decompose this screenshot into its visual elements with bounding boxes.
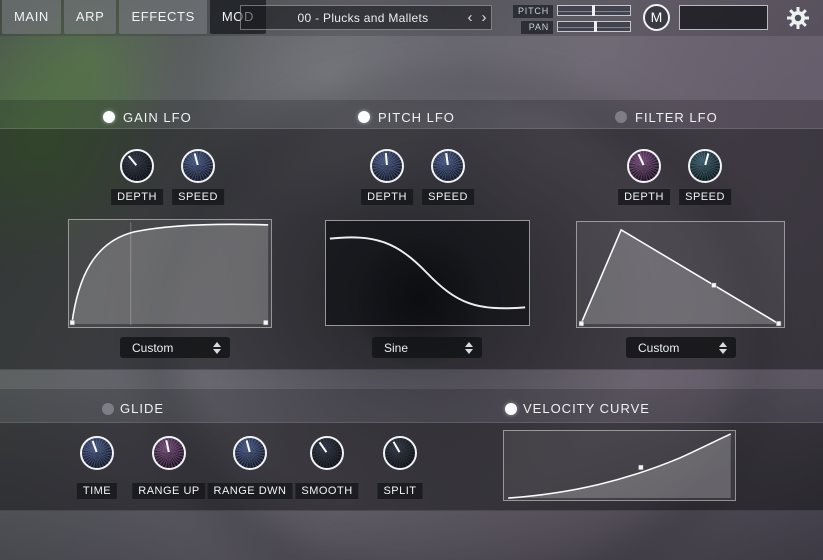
- gain-lfo-shape-select[interactable]: Custom: [120, 337, 230, 358]
- pitch-lfo-speed-knob[interactable]: [431, 149, 465, 183]
- glide-range-dwn-label: RANGE DWN: [208, 483, 293, 499]
- pitch-slider-thumb[interactable]: [592, 5, 595, 16]
- pitch-lfo-shape-value: Sine: [372, 341, 465, 355]
- glide-range-dwn-knob[interactable]: [233, 436, 267, 470]
- filter-lfo-speed-knob[interactable]: [688, 149, 722, 183]
- midi-m-button[interactable]: M: [643, 4, 670, 31]
- filter-lfo-shape-value: Custom: [626, 341, 719, 355]
- pitch-lfo-waveform-editor[interactable]: [325, 220, 530, 326]
- tab-arp[interactable]: ARP: [64, 0, 117, 34]
- filter-lfo-shape-select[interactable]: Custom: [626, 337, 736, 358]
- preset-prev-button[interactable]: ‹: [463, 6, 477, 29]
- filter-lfo-depth-knob[interactable]: [627, 149, 661, 183]
- gain-lfo-depth-knob[interactable]: [120, 149, 154, 183]
- glide-time-label: TIME: [77, 483, 117, 499]
- nav-tabs: MAIN ARP EFFECTS MOD: [2, 0, 266, 34]
- tab-main[interactable]: MAIN: [2, 0, 61, 34]
- pitch-slider[interactable]: [557, 5, 631, 16]
- glide-split-label: SPLIT: [377, 483, 422, 499]
- pitch-lfo-toggle[interactable]: [358, 111, 370, 123]
- tab-effects[interactable]: EFFECTS: [119, 0, 206, 34]
- glide-smooth-label: SMOOTH: [295, 483, 358, 499]
- glide-split-knob[interactable]: [383, 436, 417, 470]
- gain-lfo-speed-label: SPEED: [172, 189, 224, 205]
- gain-lfo-waveform-editor[interactable]: [68, 219, 272, 328]
- glide-title: GLIDE: [120, 401, 164, 416]
- pan-label: PAN: [521, 21, 553, 34]
- plugin-window: MAIN ARP EFFECTS MOD 00 - Plucks and Mal…: [0, 0, 823, 560]
- velocity-curve-toggle[interactable]: [505, 403, 517, 415]
- glide-toggle[interactable]: [102, 403, 114, 415]
- filter-lfo-toggle[interactable]: [615, 111, 627, 123]
- glide-range-up-knob[interactable]: [152, 436, 186, 470]
- pan-slider-thumb[interactable]: [594, 21, 597, 32]
- pitch-lfo-depth-knob[interactable]: [370, 149, 404, 183]
- glide-smooth-knob[interactable]: [310, 436, 344, 470]
- pitch-lfo-shape-select[interactable]: Sine: [372, 337, 482, 358]
- gain-lfo-speed-knob[interactable]: [181, 149, 215, 183]
- gain-lfo-title: GAIN LFO: [123, 110, 192, 125]
- filter-lfo-waveform-editor[interactable]: [576, 221, 785, 328]
- pitch-lfo-speed-label: SPEED: [422, 189, 474, 205]
- pitch-lfo-depth-label: DEPTH: [361, 189, 413, 205]
- gain-lfo-shape-value: Custom: [120, 341, 213, 355]
- filter-lfo-title: FILTER LFO: [635, 110, 718, 125]
- pitch-lfo-title: PITCH LFO: [378, 110, 455, 125]
- chevron-updown-icon: [213, 342, 221, 354]
- preset-next-button[interactable]: ›: [477, 6, 491, 29]
- settings-gear-icon[interactable]: [785, 5, 811, 31]
- chevron-updown-icon: [465, 342, 473, 354]
- pan-slider[interactable]: [557, 21, 631, 32]
- filter-lfo-depth-label: DEPTH: [618, 189, 670, 205]
- glide-time-knob[interactable]: [80, 436, 114, 470]
- output-display: [679, 5, 768, 30]
- preset-name: 00 - Plucks and Mallets: [241, 11, 463, 25]
- velocity-curve-editor[interactable]: [503, 430, 736, 501]
- filter-lfo-speed-label: SPEED: [679, 189, 731, 205]
- gain-lfo-depth-label: DEPTH: [111, 189, 163, 205]
- pitch-label: PITCH: [513, 5, 553, 18]
- velocity-curve-title: VELOCITY CURVE: [523, 401, 650, 416]
- glide-range-up-label: RANGE UP: [132, 483, 205, 499]
- preset-selector[interactable]: 00 - Plucks and Mallets ‹ ›: [240, 5, 492, 30]
- gain-lfo-toggle[interactable]: [103, 111, 115, 123]
- chevron-updown-icon: [719, 342, 727, 354]
